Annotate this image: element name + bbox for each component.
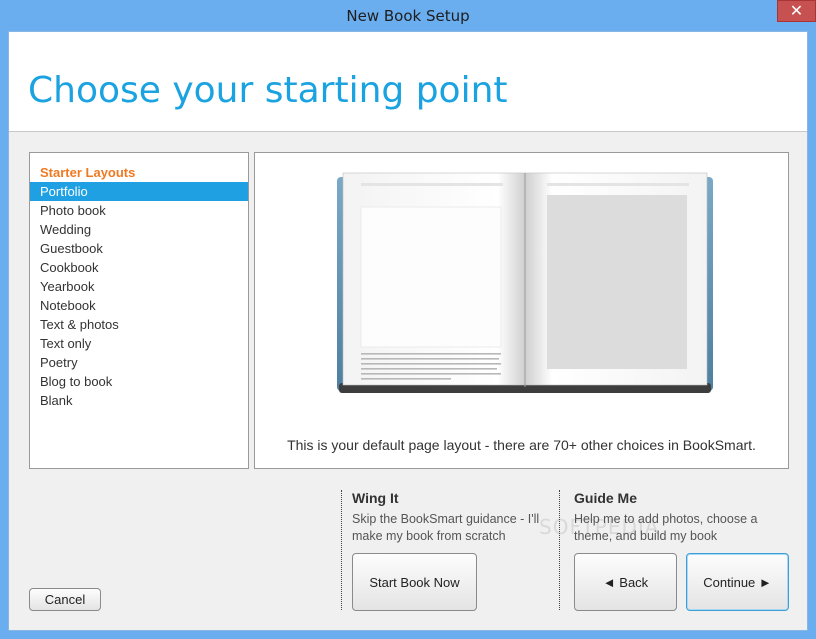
layout-item-text-only[interactable]: Text only xyxy=(30,334,248,353)
close-icon: ✕ xyxy=(789,1,804,20)
wing-it-title: Wing It xyxy=(352,490,399,506)
layout-preview-panel: This is your default page layout - there… xyxy=(254,152,789,469)
app-window: New Book Setup ✕ Choose your starting po… xyxy=(0,0,816,639)
back-button[interactable]: ◄ Back xyxy=(574,553,677,611)
layout-item-wedding[interactable]: Wedding xyxy=(30,220,248,239)
wing-it-desc-line1: Skip the BookSmart guidance - I'll xyxy=(352,512,540,526)
layout-items: Portfolio Photo book Wedding Guestbook Cookb… xyxy=(30,182,248,410)
starter-layouts-list[interactable]: Starter Layouts Portfolio Photo book Weddi… xyxy=(29,152,249,469)
window-title: New Book Setup xyxy=(346,7,470,25)
layout-item-notebook[interactable]: Notebook xyxy=(30,296,248,315)
layout-item-blank[interactable]: Blank xyxy=(30,391,248,410)
layout-item-yearbook[interactable]: Yearbook xyxy=(30,277,248,296)
book-preview-image xyxy=(337,172,713,393)
header-banner: Choose your starting point xyxy=(9,32,807,132)
guide-me-desc-line2: theme, and build my book xyxy=(574,529,718,543)
wing-it-desc-line2: make my book from scratch xyxy=(352,529,506,543)
layout-item-guestbook[interactable]: Guestbook xyxy=(30,239,248,258)
layout-item-poetry[interactable]: Poetry xyxy=(30,353,248,372)
layout-item-portfolio[interactable]: Portfolio xyxy=(30,182,248,201)
layout-item-blog-to-book[interactable]: Blog to book xyxy=(30,372,248,391)
divider-right xyxy=(559,490,560,610)
list-heading: Starter Layouts xyxy=(40,165,136,180)
preview-caption: This is your default page layout - there… xyxy=(287,437,756,453)
page-title: Choose your starting point xyxy=(28,70,508,111)
cancel-button[interactable]: Cancel xyxy=(29,588,101,611)
continue-button[interactable]: Continue ► xyxy=(686,553,789,611)
title-bar[interactable]: New Book Setup ✕ xyxy=(0,0,816,31)
close-button[interactable]: ✕ xyxy=(777,0,816,22)
layout-item-text-photos[interactable]: Text & photos xyxy=(30,315,248,334)
guide-me-title: Guide Me xyxy=(574,490,638,506)
dialog-body: Choose your starting point Starter Layou… xyxy=(8,31,808,631)
start-book-now-button[interactable]: Start Book Now xyxy=(352,553,477,611)
divider-left xyxy=(341,490,342,610)
layout-item-photo-book[interactable]: Photo book xyxy=(30,201,248,220)
guide-me-desc-line1: Help me to add photos, choose a xyxy=(574,512,758,526)
layout-item-cookbook[interactable]: Cookbook xyxy=(30,258,248,277)
